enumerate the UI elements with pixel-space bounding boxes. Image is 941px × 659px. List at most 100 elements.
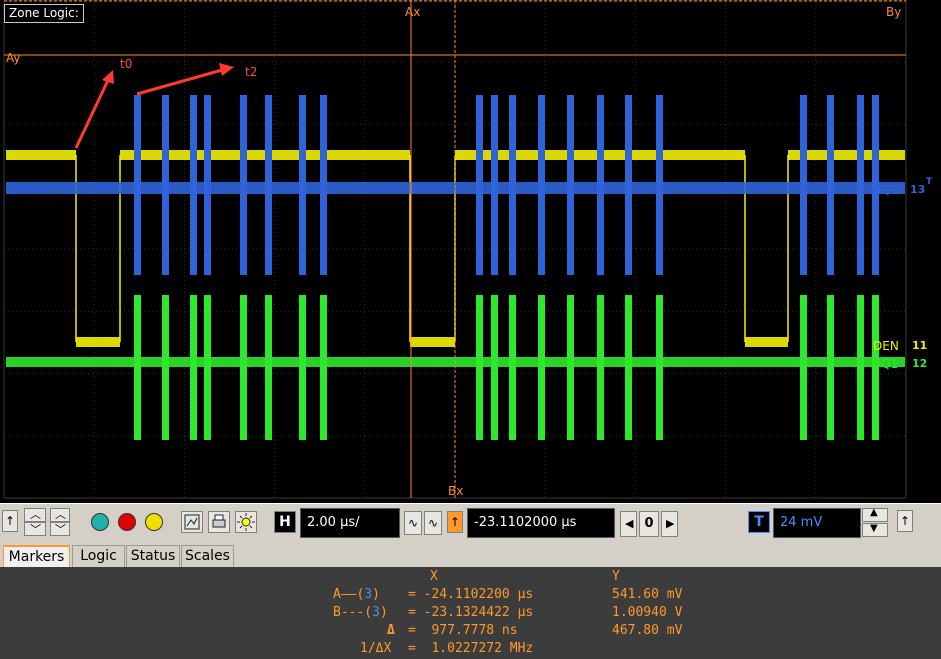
marker-a-y: 541.60 mV bbox=[612, 587, 683, 602]
triangle-down-icon: ▼ bbox=[870, 523, 878, 534]
printer-icon[interactable] bbox=[208, 511, 230, 533]
marker-b-x: = -23.1324422 µs bbox=[408, 605, 534, 620]
zoom-zero-button[interactable]: 0 bbox=[639, 511, 659, 537]
horizontal-button[interactable]: H bbox=[274, 511, 296, 533]
cursor-bx-label[interactable]: Bx bbox=[448, 484, 463, 498]
dqs-burst bbox=[299, 95, 306, 275]
chevron-down-icon: ﹀ bbox=[30, 523, 41, 536]
tab-status[interactable]: Status bbox=[126, 545, 180, 567]
dqs-burst bbox=[656, 95, 663, 275]
dqs-burst bbox=[509, 95, 516, 275]
marker-b-channel: 3 bbox=[372, 605, 380, 620]
tab-scales[interactable]: Scales bbox=[181, 545, 234, 567]
markers-panel: X Y A——(3) = -24.1102200 µs 541.60 mV B-… bbox=[0, 567, 941, 659]
den-segment bbox=[410, 337, 455, 347]
dq1-burst bbox=[625, 295, 632, 440]
dq1-burst bbox=[190, 295, 197, 440]
arrow-t0-line bbox=[74, 75, 112, 149]
dq1-burst bbox=[320, 295, 327, 440]
pan-left-button[interactable]: ◀ bbox=[620, 511, 637, 537]
marker-a-row[interactable]: A——(3) bbox=[333, 587, 380, 602]
arrow-t2-line bbox=[136, 68, 223, 96]
inverse-delta-x: = 1.0227272 MHz bbox=[408, 641, 534, 656]
brightness-icon[interactable] bbox=[235, 511, 257, 533]
cursor-ax-label[interactable]: Ax bbox=[405, 5, 420, 19]
autoscale-icon[interactable] bbox=[181, 511, 203, 533]
level-down-button[interactable]: ▼ bbox=[862, 523, 888, 537]
dqs-burst bbox=[190, 95, 197, 275]
marker-b-close: ) bbox=[379, 605, 388, 620]
den-segment bbox=[76, 337, 120, 347]
printer-glyph bbox=[212, 514, 226, 528]
marker-a-channel: 3 bbox=[364, 587, 373, 602]
single-circle-icon[interactable] bbox=[145, 513, 163, 531]
dq1-burst bbox=[567, 295, 574, 440]
triangle-up-icon: ▲ bbox=[870, 507, 878, 518]
stop-circle-icon[interactable] bbox=[118, 513, 136, 531]
dqs-burst bbox=[240, 95, 247, 275]
channel-marker-dqs[interactable]: T 13 bbox=[910, 177, 932, 196]
fine-adjust-icon[interactable]: ∿ bbox=[404, 511, 422, 535]
annotation-t0: t0 bbox=[120, 57, 133, 71]
cursor-ay-label[interactable]: Ay bbox=[6, 51, 21, 65]
pin-arrow-icon[interactable]: ↑ bbox=[2, 510, 18, 532]
channel-number-13: 13 bbox=[910, 183, 926, 196]
sun-glyph bbox=[237, 513, 255, 531]
dqs-burst bbox=[538, 95, 545, 275]
channel-marker-den[interactable]: 11 bbox=[912, 339, 927, 352]
chevron-down-icon: ﹀ bbox=[55, 523, 66, 536]
dq1-burst bbox=[656, 295, 663, 440]
coarse-adjust-icon[interactable]: ∿ bbox=[424, 511, 442, 535]
dq1-burst bbox=[265, 295, 272, 440]
expand-down-button[interactable]: ﹀ bbox=[50, 522, 70, 536]
chevron-up-icon: ︿ bbox=[55, 508, 66, 521]
channel-label-den: DEN bbox=[873, 339, 899, 353]
tab-markers[interactable]: Markers bbox=[3, 545, 70, 567]
scope-toolbar: ↑ ︿ ﹀ ︿ ﹀ H 2.00 µs/ ∿ ∿ ↑ -23.1102000 µ… bbox=[0, 503, 941, 544]
dq1-burst bbox=[240, 295, 247, 440]
pan-right-button[interactable]: ▶ bbox=[661, 511, 678, 537]
level-up-button[interactable]: ▲ bbox=[862, 507, 888, 522]
position-field[interactable]: -23.1102000 µs bbox=[467, 508, 615, 538]
dq1-burst bbox=[491, 295, 498, 440]
annotation-t2: t2 bbox=[245, 65, 258, 79]
arrow-t2-head bbox=[219, 63, 234, 76]
dqs-burst bbox=[265, 95, 272, 275]
column-x-header: X bbox=[430, 569, 438, 584]
dq1-burst bbox=[476, 295, 483, 440]
trigger-level-field[interactable]: 24 mV bbox=[773, 508, 861, 538]
tab-logic[interactable]: Logic bbox=[72, 545, 125, 567]
dqs-burst bbox=[625, 95, 632, 275]
scroll-down-button[interactable]: ﹀ bbox=[24, 522, 46, 536]
trigger-button[interactable]: T bbox=[748, 511, 770, 533]
dqs-burst bbox=[320, 95, 327, 275]
expand-up-button[interactable]: ︿ bbox=[50, 508, 70, 522]
dq1-burst bbox=[134, 295, 141, 440]
timebase-field[interactable]: 2.00 µs/ bbox=[300, 508, 400, 538]
dqs-burst bbox=[204, 95, 211, 275]
dq1-burst bbox=[800, 295, 807, 440]
dq1-burst bbox=[857, 295, 864, 440]
dq1-burst bbox=[204, 295, 211, 440]
autoscale-glyph bbox=[184, 514, 200, 530]
waveform-area[interactable] bbox=[0, 0, 941, 503]
pin-arrow-right-icon[interactable]: ↑ bbox=[897, 510, 913, 532]
delta-x: = 977.7778 ns bbox=[408, 623, 518, 638]
dqs-burst bbox=[476, 95, 483, 275]
scope-display[interactable]: Zone Logic: Ax By Ay Bx t0 t2 DQS T 13 D… bbox=[0, 0, 941, 503]
column-y-header: Y bbox=[612, 569, 620, 584]
dqs-burst bbox=[597, 95, 604, 275]
dq1-burst bbox=[597, 295, 604, 440]
delta-y: 467.80 mV bbox=[612, 623, 683, 638]
zone-logic-label[interactable]: Zone Logic: bbox=[4, 4, 84, 23]
triangle-left-icon: ◀ bbox=[625, 517, 634, 530]
scroll-up-button[interactable]: ︿ bbox=[24, 508, 46, 522]
cursor-by-label[interactable]: By bbox=[886, 5, 901, 19]
dqs-burst bbox=[491, 95, 498, 275]
marker-b-y: 1.00940 V bbox=[612, 605, 683, 620]
trigger-position-icon[interactable]: ↑ bbox=[447, 511, 463, 533]
inverse-delta-label: 1/ΔX bbox=[360, 641, 392, 656]
run-circle-icon[interactable] bbox=[91, 513, 109, 531]
marker-b-row[interactable]: B---(3) bbox=[333, 605, 388, 620]
channel-marker-dq1[interactable]: 12 bbox=[912, 357, 927, 370]
